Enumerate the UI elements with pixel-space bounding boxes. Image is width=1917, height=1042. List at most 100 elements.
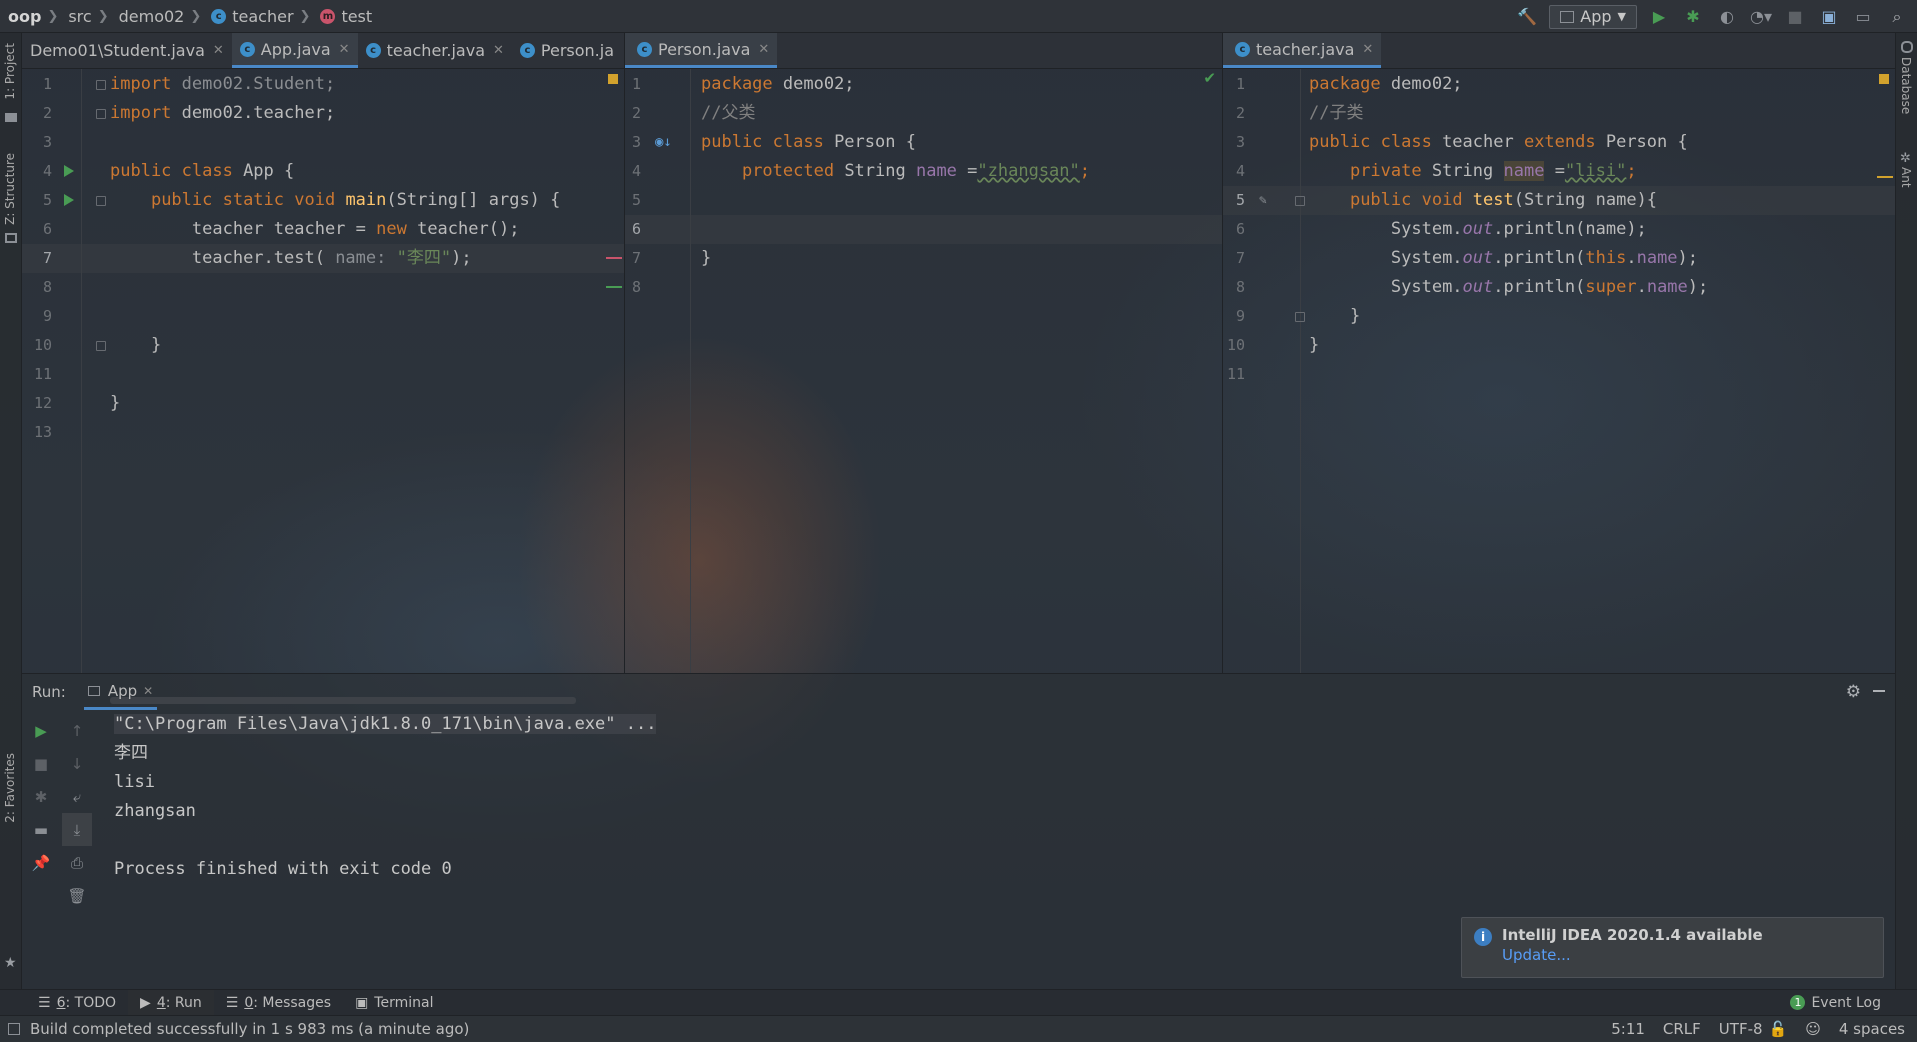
code-area-person[interactable]: 1 package demo02; 2 //父类 3 ◉↓ public class P… bbox=[625, 69, 1222, 673]
line-number: 1 bbox=[1235, 75, 1245, 93]
notification-title: IntelliJ IDEA 2020.1.4 available bbox=[1502, 926, 1763, 944]
todo-tool-button[interactable]: ☰ 6: TODO bbox=[26, 990, 128, 1016]
console-line: lisi bbox=[114, 772, 155, 792]
toggle-tool-windows-icon[interactable] bbox=[8, 1023, 20, 1035]
pin-icon[interactable]: 📌 bbox=[26, 846, 56, 879]
close-icon[interactable]: ✕ bbox=[213, 43, 224, 58]
breadcrumb-method[interactable]: m test bbox=[312, 7, 376, 26]
terminal-icon: ▣ bbox=[355, 994, 369, 1011]
scroll-to-end-icon[interactable]: ⤓ bbox=[62, 813, 92, 846]
minimize-icon[interactable] bbox=[1873, 690, 1885, 692]
project-structure-icon[interactable]: ▣ bbox=[1817, 5, 1841, 29]
debug-bug-icon[interactable]: ✱ bbox=[1681, 5, 1705, 29]
terminal-tool-button[interactable]: ▣ Terminal bbox=[343, 990, 445, 1016]
tab-app-java[interactable]: c App.java ✕ bbox=[231, 33, 358, 68]
breadcrumb-separator-icon: ❯ bbox=[97, 8, 109, 24]
breadcrumb-package[interactable]: demo02 bbox=[111, 7, 189, 26]
run-actions-right: ↑ ↓ ⤶ ⤓ ⎙ 🗑 bbox=[62, 714, 92, 912]
overrides-marker-icon[interactable]: ✎ bbox=[1259, 186, 1267, 215]
tab-label: Person.ja bbox=[540, 41, 615, 60]
editor-pane-teacher: c teacher.java ✕ 1 package demo02; 2 //子类 … bbox=[1223, 33, 1895, 673]
line-number: 9 bbox=[1235, 307, 1245, 325]
coverage-icon[interactable]: ◐ bbox=[1715, 5, 1739, 29]
code-line-12: } bbox=[110, 393, 121, 413]
file-encoding[interactable]: UTF-8 bbox=[1719, 1020, 1763, 1038]
error-stripe-green bbox=[606, 286, 622, 288]
close-icon[interactable]: ✕ bbox=[758, 42, 769, 57]
print-icon[interactable]: ⎙ bbox=[62, 846, 92, 879]
tab-person-java-truncated[interactable]: c Person.ja ▼ bbox=[512, 33, 624, 68]
indent-setting[interactable]: 4 spaces bbox=[1839, 1020, 1905, 1038]
line-separator[interactable]: CRLF bbox=[1663, 1020, 1701, 1038]
run-tool-button[interactable]: ▶ 4: Run bbox=[128, 989, 214, 1016]
status-message[interactable]: Build completed successfully in 1 s 983 … bbox=[30, 1020, 469, 1038]
gear-icon[interactable]: ⚙ bbox=[1846, 682, 1861, 702]
line-number: 6 bbox=[42, 220, 52, 238]
structure-tool-button[interactable]: Z: Structure bbox=[3, 153, 17, 225]
caret-position[interactable]: 5:11 bbox=[1611, 1020, 1645, 1038]
close-icon[interactable]: ✕ bbox=[1362, 42, 1373, 57]
fold-icon[interactable] bbox=[96, 80, 106, 90]
code-line-2: import demo02.teacher; bbox=[110, 103, 336, 123]
code-line-5: public void test(String name){ bbox=[1349, 190, 1658, 210]
debug-bug-icon[interactable]: ✱ bbox=[26, 780, 56, 813]
close-icon[interactable]: ✕ bbox=[339, 42, 350, 57]
todo-label: 6: TODO bbox=[56, 994, 117, 1011]
fold-icon[interactable] bbox=[96, 196, 106, 206]
fold-icon[interactable] bbox=[1295, 312, 1305, 322]
ant-icon: ✲ bbox=[1900, 151, 1911, 166]
soft-wrap-icon[interactable]: ⤶ bbox=[62, 780, 92, 813]
lock-icon[interactable]: 🔓 bbox=[1769, 1020, 1788, 1038]
fold-icon[interactable] bbox=[96, 109, 106, 119]
favorites-tool-button[interactable]: 2: Favorites bbox=[3, 753, 17, 823]
run-icon[interactable]: ▶ bbox=[1647, 5, 1671, 29]
fold-icon[interactable] bbox=[96, 341, 106, 351]
run-tab-app[interactable]: App ✕ bbox=[83, 674, 158, 710]
breadcrumb-class[interactable]: c teacher bbox=[203, 7, 297, 26]
stop-icon[interactable]: ■ bbox=[1783, 5, 1807, 29]
window-layout-icon[interactable]: ▭ bbox=[1851, 5, 1875, 29]
tab-teacher-java[interactable]: c teacher.java ✕ bbox=[358, 33, 512, 68]
profile-icon[interactable]: ◔▾ bbox=[1749, 5, 1773, 29]
line-number: 5 bbox=[631, 191, 641, 209]
breadcrumb-separator-icon: ❯ bbox=[299, 8, 311, 24]
hector-icon[interactable]: ☺ bbox=[1805, 1020, 1821, 1038]
messages-tool-button[interactable]: ☰ 0: Messages bbox=[214, 990, 343, 1016]
code-line-6: System.out.println(name); bbox=[1390, 219, 1647, 239]
update-link[interactable]: Update... bbox=[1502, 946, 1871, 964]
line-number: 9 bbox=[42, 307, 52, 325]
database-tool-button[interactable]: Database bbox=[1899, 57, 1913, 114]
no-problems-check-icon: ✔ bbox=[1203, 69, 1216, 87]
layout-icon[interactable]: ▬ bbox=[26, 813, 56, 846]
run-gutter-icon[interactable] bbox=[64, 165, 74, 177]
stop-icon[interactable]: ■ bbox=[26, 747, 56, 780]
update-notification[interactable]: i IntelliJ IDEA 2020.1.4 available Updat… bbox=[1461, 917, 1884, 978]
event-log-button[interactable]: 1 Event Log bbox=[1778, 990, 1893, 1016]
code-area-teacher[interactable]: 1 package demo02; 2 //子类 3 public class tea… bbox=[1223, 69, 1895, 673]
project-tool-button[interactable]: 1: Project bbox=[3, 43, 17, 100]
line-number: 5 bbox=[1235, 191, 1245, 209]
code-line-7: System.out.println(this.name); bbox=[1390, 248, 1699, 268]
arrow-up-icon[interactable]: ↑ bbox=[62, 714, 92, 747]
ant-tool-button[interactable]: Ant bbox=[1899, 167, 1913, 188]
rerun-icon[interactable]: ▶ bbox=[26, 714, 56, 747]
close-icon[interactable]: ✕ bbox=[493, 43, 504, 58]
breadcrumb-project[interactable]: oop bbox=[0, 7, 45, 26]
trash-icon[interactable]: 🗑 bbox=[62, 879, 92, 912]
build-hammer-icon[interactable]: 🔨 bbox=[1515, 5, 1539, 29]
tab-teacher-java[interactable]: c teacher.java ✕ bbox=[1223, 33, 1382, 68]
run-gutter-icon[interactable] bbox=[64, 194, 74, 206]
code-line-1: package demo02; bbox=[1309, 74, 1463, 94]
tab-demo01-student[interactable]: Demo01\Student.java ✕ bbox=[22, 33, 232, 68]
run-actions-left: ▶ ■ ✱ ▬ 📌 bbox=[26, 714, 56, 879]
fold-icon[interactable] bbox=[1295, 196, 1305, 206]
run-configuration-selector[interactable]: App ▼ bbox=[1549, 4, 1637, 29]
breadcrumb-src[interactable]: src bbox=[60, 7, 95, 26]
search-everywhere-icon[interactable]: ⌕ bbox=[1885, 5, 1909, 29]
code-area-app[interactable]: 1 import demo02.Student; 2 import demo02.t… bbox=[22, 69, 624, 704]
tab-person-java[interactable]: c Person.java ✕ bbox=[625, 33, 778, 68]
arrow-down-icon[interactable]: ↓ bbox=[62, 747, 92, 780]
overridden-marker-icon[interactable]: ◉↓ bbox=[655, 128, 672, 157]
close-icon[interactable]: ✕ bbox=[143, 684, 153, 698]
